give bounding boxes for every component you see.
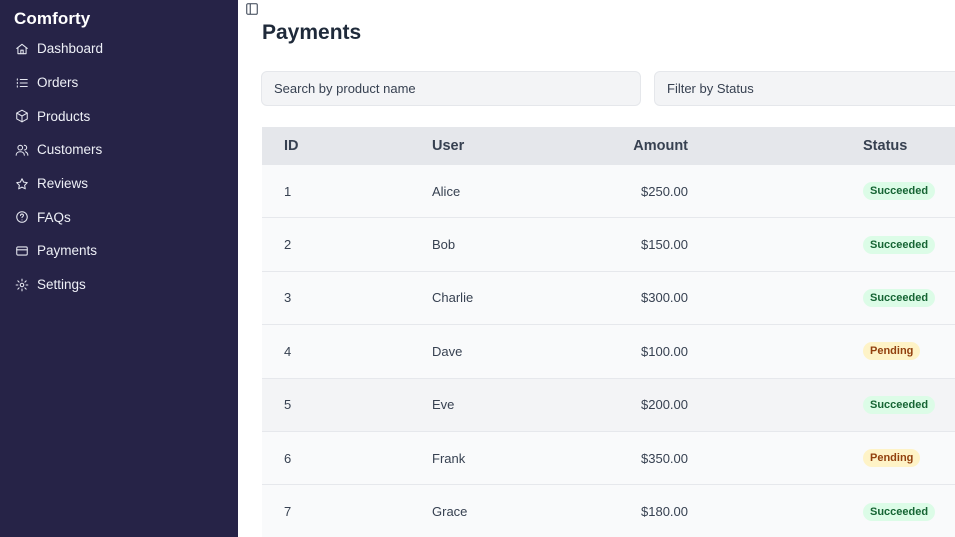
cell-user: Bob xyxy=(432,237,456,253)
payments-table: ID User Amount Status 1 Alice $250.00 Su… xyxy=(262,127,955,537)
cell-status: Succeeded xyxy=(863,182,955,201)
sidebar-item-label: Payments xyxy=(37,243,98,259)
search-input[interactable] xyxy=(261,71,641,106)
sidebar-item-label: FAQs xyxy=(37,209,71,225)
sidebar-toggle-icon[interactable] xyxy=(245,2,259,16)
sidebar-item-payments[interactable]: Payments xyxy=(0,234,238,268)
status-filter-label: Filter by Status xyxy=(667,81,754,96)
sidebar-item-settings[interactable]: Settings xyxy=(0,268,238,302)
status-badge: Succeeded xyxy=(863,395,936,414)
table-row[interactable]: 3 Charlie $300.00 Succeeded xyxy=(262,271,955,326)
cell-user: Grace xyxy=(432,504,468,520)
sidebar-item-products[interactable]: Products xyxy=(0,99,238,133)
sidebar-item-faqs[interactable]: FAQs xyxy=(0,200,238,234)
sidebar-item-reviews[interactable]: Reviews xyxy=(0,167,238,201)
sidebar-item-label: Products xyxy=(37,108,91,124)
cell-status: Succeeded xyxy=(863,502,955,521)
cell-status: Succeeded xyxy=(863,395,955,414)
cell-id: 1 xyxy=(284,183,292,199)
gear-icon xyxy=(15,278,29,292)
cell-user: Eve xyxy=(432,397,455,413)
table-row[interactable]: 7 Grace $180.00 Succeeded xyxy=(262,485,955,537)
cell-user: Alice xyxy=(432,183,461,199)
status-badge: Pending xyxy=(863,342,921,361)
header-user: User xyxy=(432,138,465,154)
header-amount: Amount xyxy=(633,138,688,154)
table-row[interactable]: 1 Alice $250.00 Succeeded xyxy=(262,165,955,219)
header-id: ID xyxy=(284,138,299,154)
cell-amount: $200.00 xyxy=(641,397,688,413)
sidebar: Comforty Dashboard Orders Products Custo… xyxy=(0,0,238,537)
status-badge: Succeeded xyxy=(863,235,936,254)
table-row[interactable]: 6 Frank $350.00 Pending xyxy=(262,431,955,486)
sidebar-nav: Dashboard Orders Products Customers Revi… xyxy=(0,32,238,302)
cell-status: Pending xyxy=(863,342,955,361)
cell-id: 5 xyxy=(284,397,292,413)
cell-user: Frank xyxy=(432,450,466,466)
cell-status: Succeeded xyxy=(863,288,955,307)
brand-name: Comforty xyxy=(14,9,91,28)
star-icon xyxy=(15,177,29,191)
table-row[interactable]: 2 Bob $150.00 Succeeded xyxy=(262,218,955,272)
help-circle-icon xyxy=(15,210,29,224)
status-badge: Succeeded xyxy=(863,288,936,307)
users-icon xyxy=(15,143,29,157)
sidebar-item-label: Reviews xyxy=(37,176,89,192)
cell-amount: $100.00 xyxy=(641,343,688,359)
sidebar-item-dashboard[interactable]: Dashboard xyxy=(0,32,238,66)
cell-amount: $150.00 xyxy=(641,237,688,253)
sidebar-item-label: Customers xyxy=(37,142,103,158)
table-row[interactable]: 4 Dave $100.00 Pending xyxy=(262,325,955,379)
sidebar-item-label: Orders xyxy=(37,75,79,91)
header-status: Status xyxy=(863,138,908,154)
table-row[interactable]: 5 Eve $200.00 Succeeded xyxy=(262,378,955,432)
cell-id: 7 xyxy=(284,504,292,520)
sidebar-item-label: Settings xyxy=(37,277,86,293)
home-icon xyxy=(15,42,29,56)
cell-amount: $180.00 xyxy=(641,504,688,520)
cell-status: Succeeded xyxy=(863,235,955,254)
app-root: Comforty Dashboard Orders Products Custo… xyxy=(0,0,955,537)
sidebar-item-orders[interactable]: Orders xyxy=(0,66,238,100)
page-title: Payments xyxy=(262,21,362,44)
box-icon xyxy=(15,109,29,123)
status-badge: Pending xyxy=(863,449,921,468)
status-filter-select[interactable]: Filter by Status xyxy=(654,71,955,106)
credit-card-icon xyxy=(15,244,29,258)
cell-amount: $350.00 xyxy=(641,450,688,466)
status-badge: Succeeded xyxy=(863,502,936,521)
cell-user: Dave xyxy=(432,343,463,359)
cell-status: Pending xyxy=(863,449,955,468)
sidebar-item-customers[interactable]: Customers xyxy=(0,133,238,167)
cell-amount: $300.00 xyxy=(641,290,688,306)
sidebar-item-label: Dashboard xyxy=(37,41,104,57)
cell-id: 2 xyxy=(284,237,292,253)
cell-id: 4 xyxy=(284,343,292,359)
table-header: ID User Amount Status xyxy=(262,127,955,165)
cell-user: Charlie xyxy=(432,290,474,306)
status-badge: Succeeded xyxy=(863,182,936,201)
cell-id: 6 xyxy=(284,450,292,466)
cell-id: 3 xyxy=(284,290,292,306)
list-icon xyxy=(15,76,29,90)
cell-amount: $250.00 xyxy=(641,183,688,199)
